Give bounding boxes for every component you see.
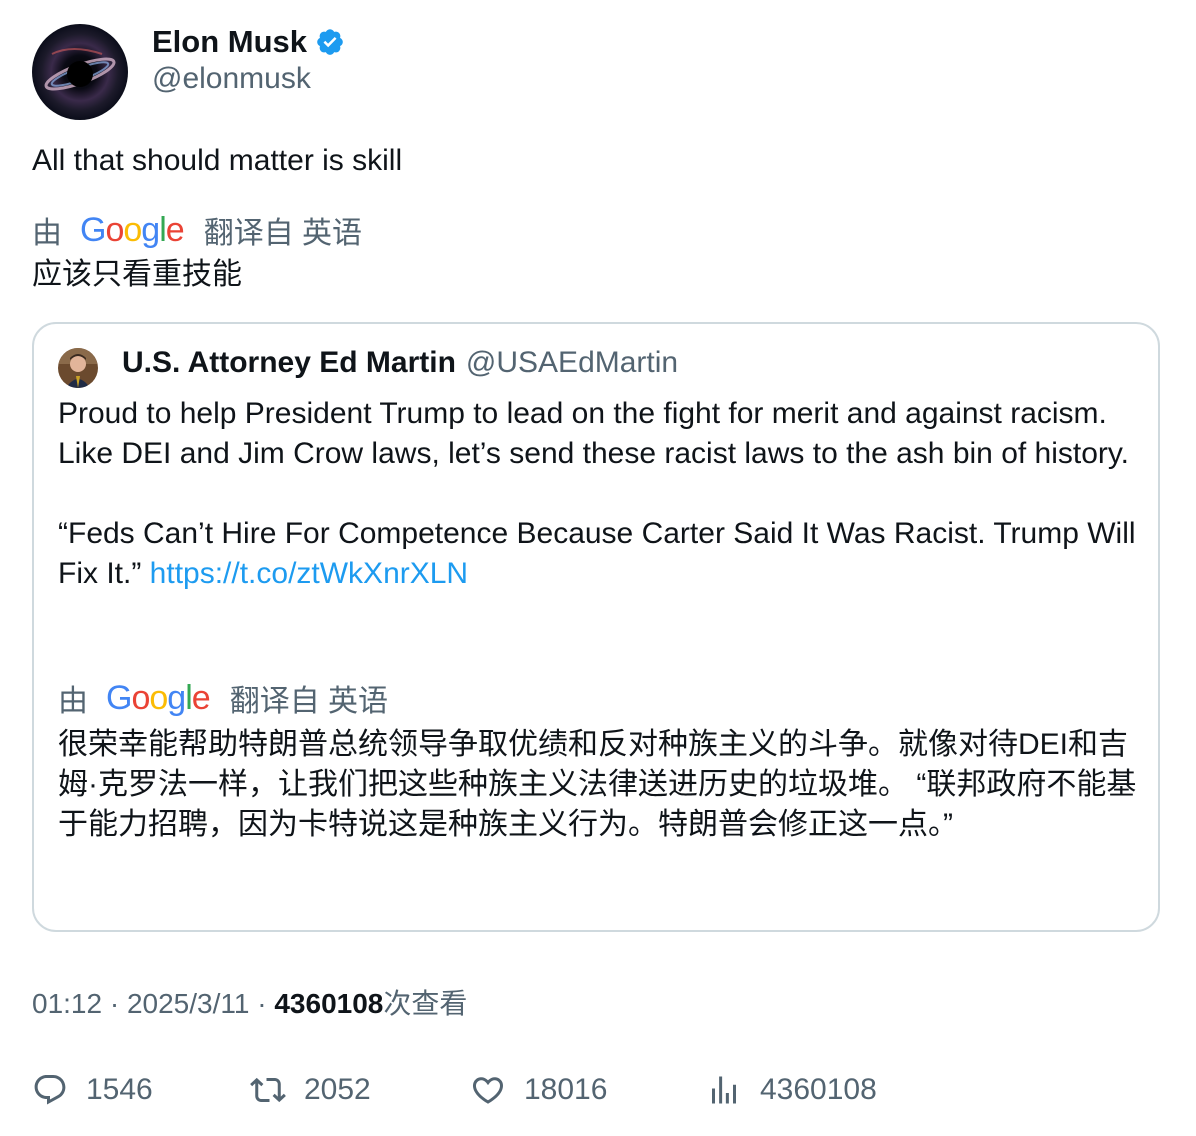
quoted-google-logo-icon: Google <box>106 678 211 717</box>
translate-attribution: 由 Google 翻译自 英语 <box>32 208 362 252</box>
quoted-author-name[interactable]: U.S. Attorney Ed Martin <box>122 346 456 380</box>
translate-by-label: 由 <box>32 217 62 250</box>
heart-icon <box>472 1077 504 1104</box>
quoted-author-avatar[interactable] <box>58 348 98 388</box>
quoted-tweet-text: Proud to help President Trump to lead on… <box>58 394 1143 594</box>
author-avatar[interactable] <box>32 24 128 120</box>
translated-tweet-text: 应该只看重技能 <box>32 258 242 291</box>
views-count-action: 4360108 <box>760 1073 877 1106</box>
quoted-translate-source-label: 翻译自 英语 <box>229 685 389 718</box>
author-handle[interactable]: @elonmusk <box>152 62 311 96</box>
quoted-tweet-card[interactable]: U.S. Attorney Ed Martin @USAEdMartin Pro… <box>32 322 1160 932</box>
reply-count: 1546 <box>86 1073 153 1106</box>
tweet-text: All that should matter is skill <box>32 144 403 177</box>
retweet-count: 2052 <box>304 1073 371 1106</box>
translate-source-label: 翻译自 英语 <box>203 217 363 250</box>
author-name[interactable]: Elon Musk <box>152 24 307 60</box>
reply-icon <box>34 1075 66 1105</box>
tweet-time[interactable]: 01:12 <box>32 988 102 1019</box>
like-button[interactable]: 18016 <box>470 1068 607 1112</box>
meta-separator-1: · <box>102 988 127 1019</box>
quoted-tweet-link[interactable]: https://t.co/ztWkXnrXLN <box>150 557 468 590</box>
google-logo-icon: Google <box>80 210 185 249</box>
views-label: 次查看 <box>383 988 468 1019</box>
quoted-author-handle[interactable]: @USAEdMartin <box>466 346 678 380</box>
verified-badge-icon <box>315 27 345 57</box>
quoted-translate-attribution: 由 Google 翻译自 英语 <box>58 676 388 720</box>
quoted-paragraph-2: “Feds Can’t Hire For Competence Because … <box>58 514 1143 594</box>
retweet-button[interactable]: 2052 <box>250 1068 371 1112</box>
analytics-icon <box>712 1076 736 1104</box>
tweet-meta: 01:12 · 2025/3/11 · 4360108次查看 <box>32 982 467 1022</box>
meta-separator-2: · <box>249 988 275 1019</box>
quoted-paragraph-1: Proud to help President Trump to lead on… <box>58 397 1130 470</box>
like-count: 18016 <box>524 1073 608 1106</box>
reply-button[interactable]: 1546 <box>32 1068 153 1112</box>
tweet-date[interactable]: 2025/3/11 <box>127 988 250 1019</box>
quoted-translated-text: 很荣幸能帮助特朗普总统领导争取优绩和反对种族主义的斗争。就像对待DEI和吉姆·克… <box>58 728 1137 841</box>
quoted-translate-by-label: 由 <box>58 685 88 718</box>
retweet-icon <box>250 1077 286 1103</box>
views-count: 4360108 <box>274 988 384 1019</box>
views-button[interactable]: 4360108 <box>706 1068 877 1112</box>
